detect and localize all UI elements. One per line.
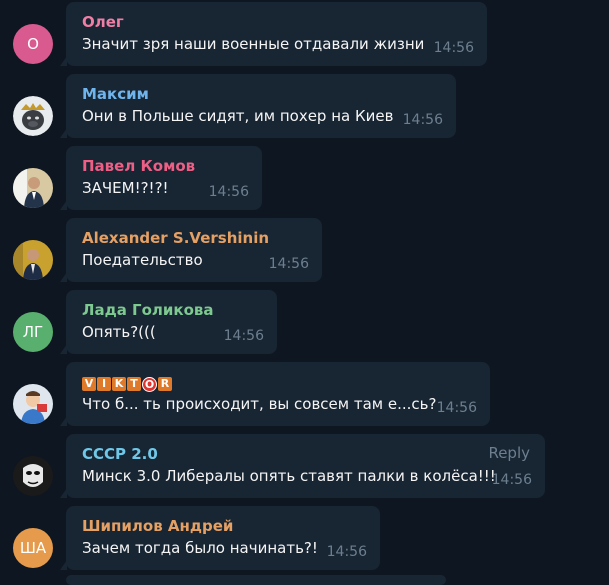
sender-name[interactable]: СССР 2.0	[82, 445, 158, 463]
message-bubble[interactable]: V I K T O R Что б... ть происходит, вы с…	[60, 362, 490, 426]
name-letter: K	[112, 377, 126, 391]
message-text: Минск 3.0 Либералы опять ставят палки в …	[82, 467, 496, 485]
viktor-name-badges: V I K T O R	[82, 377, 172, 392]
gorilla-avatar-icon[interactable]	[13, 96, 53, 136]
avatar[interactable]: ЛГ	[13, 312, 53, 352]
message-bubble-partial[interactable]	[66, 575, 446, 585]
message-row: Павел Комов ЗАЧЕМ!?!?! 14:56	[0, 144, 609, 216]
cartoon-avatar-icon[interactable]	[13, 384, 53, 424]
mask-avatar-icon[interactable]	[13, 456, 53, 496]
message-row: СССР 2.0 Reply Минск 3.0 Либералы опять …	[0, 432, 609, 504]
reply-button[interactable]: Reply	[488, 444, 530, 462]
message-row: ЛГ Лада Голикова Опять?((( 14:56	[0, 288, 609, 360]
message-time: 14:56	[208, 184, 249, 200]
message-row: О Олег Значит зря наши военные отдавали …	[0, 0, 609, 72]
message-text: ЗАЧЕМ!?!?!	[82, 179, 169, 197]
name-letter: V	[82, 377, 96, 391]
message-time: 14:56	[402, 112, 443, 128]
name-letter: O	[142, 377, 157, 392]
message-text: Зачем тогда было начинать?!	[82, 539, 318, 557]
message-bubble[interactable]: Максим Они в Польше сидят, им похер на К…	[60, 74, 456, 138]
message-text: Поедательство	[82, 251, 203, 269]
person-photo-icon[interactable]	[13, 168, 53, 208]
message-bubble[interactable]: Шипилов Андрей Зачем тогда было начинать…	[60, 506, 380, 570]
message-bubble[interactable]: Лада Голикова Опять?((( 14:56	[60, 290, 277, 354]
message-text: Опять?(((	[82, 323, 156, 341]
sender-name[interactable]: Максим	[82, 85, 149, 103]
message-row: Alexander S.Vershinin Поедательство 14:5…	[0, 216, 609, 288]
name-letter: T	[127, 377, 141, 391]
sender-name[interactable]: V I K T O R	[82, 373, 172, 392]
message-time: 14:56	[326, 544, 367, 560]
name-letter: R	[158, 377, 172, 391]
message-time: 14:56	[433, 40, 474, 56]
sender-name[interactable]: Alexander S.Vershinin	[82, 229, 269, 247]
message-bubble[interactable]: СССР 2.0 Reply Минск 3.0 Либералы опять …	[60, 434, 545, 498]
sender-name[interactable]: Лада Голикова	[82, 301, 214, 319]
sender-name[interactable]: Олег	[82, 13, 124, 31]
message-bubble[interactable]: Павел Комов ЗАЧЕМ!?!?! 14:56	[60, 146, 262, 210]
message-time: 14:56	[223, 328, 264, 344]
message-bubble[interactable]: Олег Значит зря наши военные отдавали жи…	[60, 2, 487, 66]
message-row: V I K T O R Что б... ть происходит, вы с…	[0, 360, 609, 432]
sender-name[interactable]: Шипилов Андрей	[82, 517, 233, 535]
message-text: Что б... ть происходит, вы совсем там е.…	[82, 395, 437, 413]
sender-name[interactable]: Павел Комов	[82, 157, 195, 175]
message-time: 14:56	[491, 472, 532, 488]
message-text: Значит зря наши военные отдавали жизни	[82, 35, 425, 53]
message-bubble[interactable]: Alexander S.Vershinin Поедательство 14:5…	[60, 218, 322, 282]
avatar[interactable]: ША	[13, 528, 53, 568]
person-photo-icon[interactable]	[13, 240, 53, 280]
message-time: 14:56	[268, 256, 309, 272]
message-row: ША Шипилов Андрей Зачем тогда было начин…	[0, 504, 609, 576]
message-row: Максим Они в Польше сидят, им похер на К…	[0, 72, 609, 144]
avatar[interactable]: О	[13, 24, 53, 64]
name-letter: I	[97, 377, 111, 391]
message-time: 14:56	[436, 400, 477, 416]
message-text: Они в Польше сидят, им похер на Киев	[82, 107, 394, 125]
